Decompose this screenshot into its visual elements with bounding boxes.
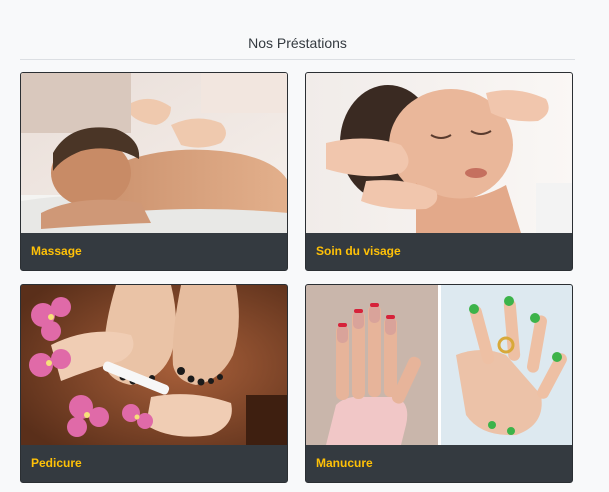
facial-care-photo xyxy=(306,73,572,233)
service-name: Massage xyxy=(31,244,82,258)
service-card-manucure[interactable]: Manucure xyxy=(305,284,573,483)
service-caption: Pedicure xyxy=(21,445,287,482)
service-caption: Soin du visage xyxy=(306,233,572,270)
section-title: Nos Préstations xyxy=(248,35,347,51)
service-name: Pedicure xyxy=(31,456,82,470)
service-card-massage[interactable]: Massage xyxy=(20,72,288,271)
service-name: Soin du visage xyxy=(316,244,401,258)
services-page: Nos Préstations Massage Soin du visage P… xyxy=(0,0,609,492)
title-divider xyxy=(20,59,575,60)
pedicure-photo xyxy=(21,285,287,445)
service-card-pedicure[interactable]: Pedicure xyxy=(20,284,288,483)
massage-photo xyxy=(21,73,287,233)
manicure-photo xyxy=(306,285,572,445)
service-card-soin-du-visage[interactable]: Soin du visage xyxy=(305,72,573,271)
service-caption: Massage xyxy=(21,233,287,270)
service-name: Manucure xyxy=(316,456,373,470)
service-caption: Manucure xyxy=(306,445,572,482)
